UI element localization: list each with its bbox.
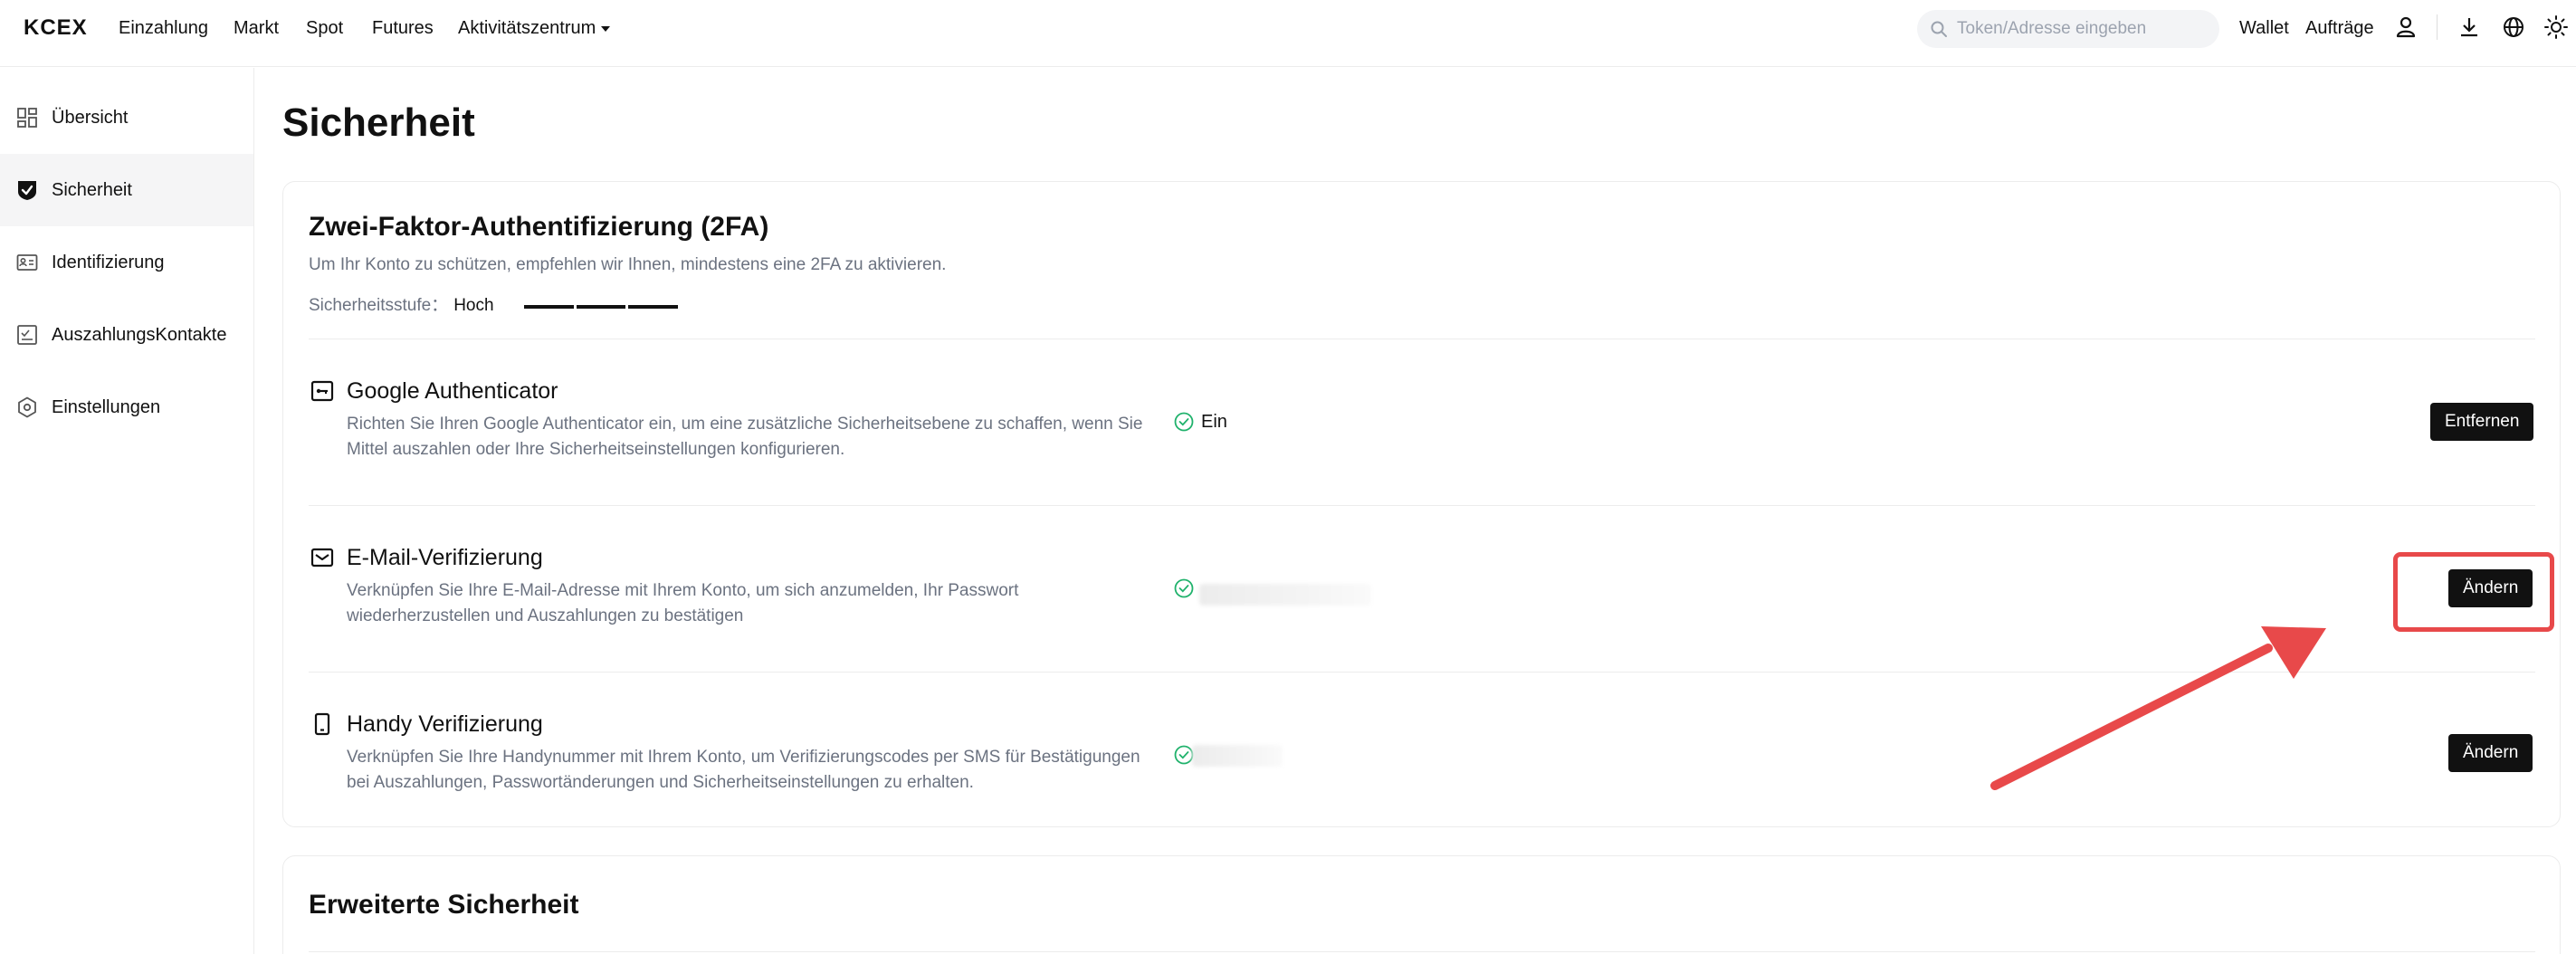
check-circle-icon xyxy=(1174,745,1194,765)
twofa-row-phone: Handy Verifizierung Verknüpfen Sie Ihre … xyxy=(283,673,2562,839)
row-description: Verknüpfen Sie Ihre E-Mail-Adresse mit I… xyxy=(347,581,1019,625)
row-title: E-Mail-Verifizierung xyxy=(347,545,543,570)
level-bar xyxy=(628,305,679,309)
sidebar-item-sicherheit[interactable]: Sicherheit xyxy=(0,154,253,226)
security-level-bars xyxy=(524,305,679,309)
row-title: Google Authenticator xyxy=(347,378,558,404)
check-circle-icon xyxy=(1174,578,1194,598)
nav-aktivitaetszentrum[interactable]: Aktivitätszentrum xyxy=(458,14,611,42)
id-card-icon xyxy=(16,254,38,271)
search-box[interactable] xyxy=(1917,10,2219,48)
security-level-label: Sicherheitsstufe： xyxy=(309,296,449,315)
security-level: Sicherheitsstufe： Hoch xyxy=(309,292,679,320)
address-book-icon xyxy=(17,325,37,345)
twofa-title: Zwei-Faktor-Authentifizierung (2FA) xyxy=(309,212,769,242)
nav-einzahlung[interactable]: Einzahlung xyxy=(119,14,208,42)
search-input[interactable] xyxy=(1957,15,2210,43)
nav-spot[interactable]: Spot xyxy=(306,14,343,42)
twofa-card: Zwei-Faktor-Authentifizierung (2FA) Um I… xyxy=(282,181,2561,827)
level-bar xyxy=(576,305,626,309)
phone-icon xyxy=(314,712,330,736)
dashboard-icon xyxy=(17,108,37,128)
sidebar-item-label: Einstellungen xyxy=(52,397,161,417)
sidebar-item-einstellungen[interactable]: Einstellungen xyxy=(0,371,253,444)
nav-aktivitaetszentrum-label: Aktivitätszentrum xyxy=(458,18,596,38)
level-bar xyxy=(524,305,574,309)
globe-icon[interactable] xyxy=(2501,14,2526,40)
row-description: Verknüpfen Sie Ihre Handynummer mit Ihre… xyxy=(347,748,1140,792)
redacted-email xyxy=(1199,584,1371,606)
twofa-row-google-authenticator: Google Authenticator Richten Sie Ihren G… xyxy=(283,339,2562,506)
security-level-value: Hoch xyxy=(453,296,494,315)
authenticator-icon xyxy=(310,380,334,402)
check-circle-icon xyxy=(1174,412,1194,432)
row-description: Richten Sie Ihren Google Authenticator e… xyxy=(347,415,1143,459)
wallet-link[interactable]: Wallet xyxy=(2239,14,2289,42)
advanced-security-title: Erweiterte Sicherheit xyxy=(309,890,579,920)
divider xyxy=(2437,14,2438,40)
row-title: Handy Verifizierung xyxy=(347,711,543,737)
shield-check-icon xyxy=(18,181,36,200)
logo[interactable]: KCEX xyxy=(24,14,88,42)
user-icon[interactable] xyxy=(2393,14,2419,40)
twofa-subtitle: Um Ihr Konto zu schützen, empfehlen wir … xyxy=(309,255,947,274)
sidebar-item-label: Sicherheit xyxy=(52,180,132,200)
search-icon xyxy=(1931,21,1947,37)
remove-button[interactable]: Entfernen xyxy=(2430,403,2534,441)
sidebar-item-label: AuszahlungsKontakte xyxy=(52,325,227,345)
caret-down-icon xyxy=(601,25,611,32)
sidebar-item-auszahlungskontakte[interactable]: AuszahlungsKontakte xyxy=(0,299,253,371)
annotation-highlight xyxy=(2393,552,2554,632)
change-phone-button[interactable]: Ändern xyxy=(2448,734,2533,772)
divider xyxy=(309,951,2535,952)
sidebar: Übersicht Sicherheit Identifizierung Aus… xyxy=(0,68,254,954)
orders-link[interactable]: Aufträge xyxy=(2305,14,2374,42)
advanced-security-card: Erweiterte Sicherheit xyxy=(282,855,2561,954)
sidebar-item-label: Übersicht xyxy=(52,108,129,128)
status-text: Ein xyxy=(1201,412,1227,432)
settings-icon xyxy=(18,396,36,418)
sun-icon[interactable] xyxy=(2543,14,2569,40)
nav-markt[interactable]: Markt xyxy=(234,14,279,42)
top-navbar: KCEX Einzahlung Markt Spot Futures Aktiv… xyxy=(0,0,2576,67)
nav-futures[interactable]: Futures xyxy=(372,14,434,42)
sidebar-item-identifizierung[interactable]: Identifizierung xyxy=(0,226,253,299)
page-title: Sicherheit xyxy=(282,100,475,145)
redacted-phone xyxy=(1192,745,1283,767)
sidebar-item-uebersicht[interactable]: Übersicht xyxy=(0,81,253,154)
download-icon[interactable] xyxy=(2457,14,2482,40)
mail-icon xyxy=(310,548,334,568)
twofa-row-email: E-Mail-Verifizierung Verknüpfen Sie Ihre… xyxy=(283,506,2562,673)
sidebar-item-label: Identifizierung xyxy=(52,253,165,272)
